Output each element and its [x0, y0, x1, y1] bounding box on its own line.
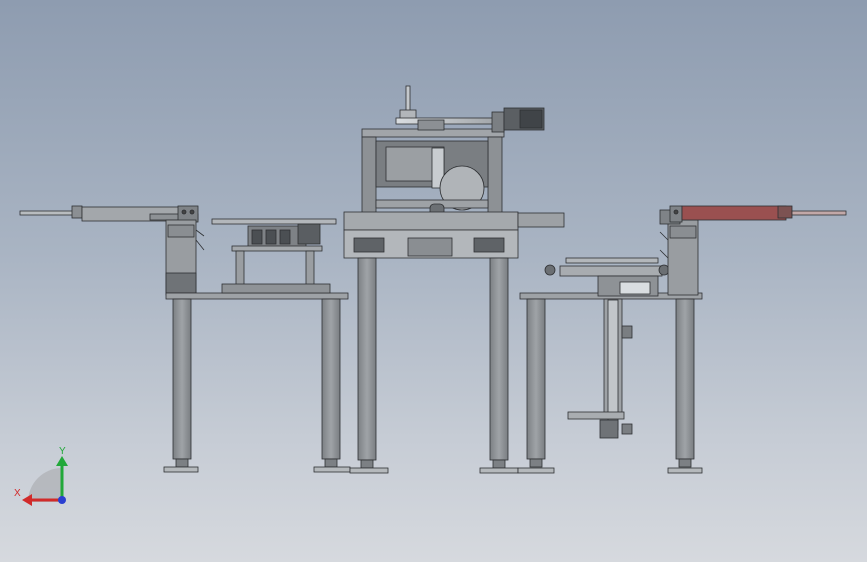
assembly-drawing[interactable]: Y X: [0, 0, 867, 562]
left-table: [163, 292, 351, 473]
x-axis-label: X: [14, 488, 21, 499]
y-axis-label: Y: [59, 446, 66, 457]
left-fixture: [211, 218, 337, 294]
z-axis-dot: [58, 496, 66, 504]
cad-viewport[interactable]: Y X: [0, 0, 867, 562]
axis-triad: Y X: [14, 446, 68, 506]
top-drive-assembly: [395, 85, 545, 133]
right-fixture: [544, 257, 670, 439]
right-support-column: [659, 209, 699, 296]
left-support-column: [165, 219, 205, 296]
y-axis-arrowhead: [56, 456, 68, 466]
right-conveyor-arm: [669, 205, 847, 223]
x-axis-arrowhead: [22, 494, 32, 506]
